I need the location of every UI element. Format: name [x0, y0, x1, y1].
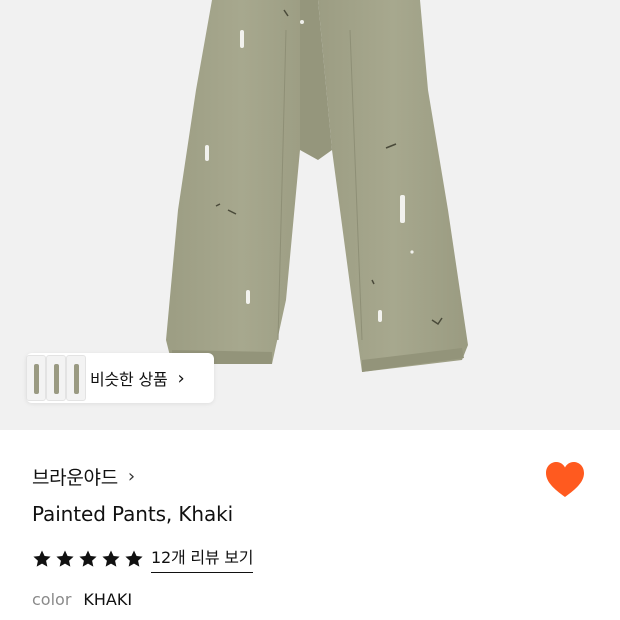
color-label: color: [32, 590, 72, 609]
rating-stars: [32, 549, 147, 569]
star-icon: [102, 550, 120, 567]
product-info: 브라운야드 › Painted Pants, Khaki 12개 리뷰 보기 c…: [0, 430, 620, 620]
star-icon: [33, 550, 51, 567]
similar-thumbnail: [46, 355, 66, 401]
heart-icon[interactable]: [544, 460, 586, 500]
product-image[interactable]: 비슷한 상품 ›: [0, 0, 620, 430]
brand-name: 브라운야드: [32, 467, 118, 489]
similar-products-button[interactable]: 비슷한 상품 ›: [26, 353, 214, 403]
brand-link[interactable]: 브라운야드 ›: [32, 463, 135, 490]
star-icon: [79, 550, 97, 567]
similar-products-label: 비슷한 상품: [90, 370, 168, 389]
color-option: color KHAKI: [32, 590, 132, 609]
chevron-right-icon: ›: [177, 367, 185, 389]
similar-thumbnails: [26, 353, 86, 403]
star-icon: [56, 550, 74, 567]
rating: 12개 리뷰 보기: [32, 544, 254, 573]
reviews-link[interactable]: 12개 리뷰 보기: [151, 544, 254, 573]
star-icon: [125, 550, 143, 567]
chevron-right-icon: ›: [127, 466, 136, 487]
product-title: Painted Pants, Khaki: [32, 502, 234, 526]
similar-thumbnail: [66, 355, 86, 401]
color-value: KHAKI: [83, 590, 133, 609]
similar-thumbnail: [26, 355, 46, 401]
